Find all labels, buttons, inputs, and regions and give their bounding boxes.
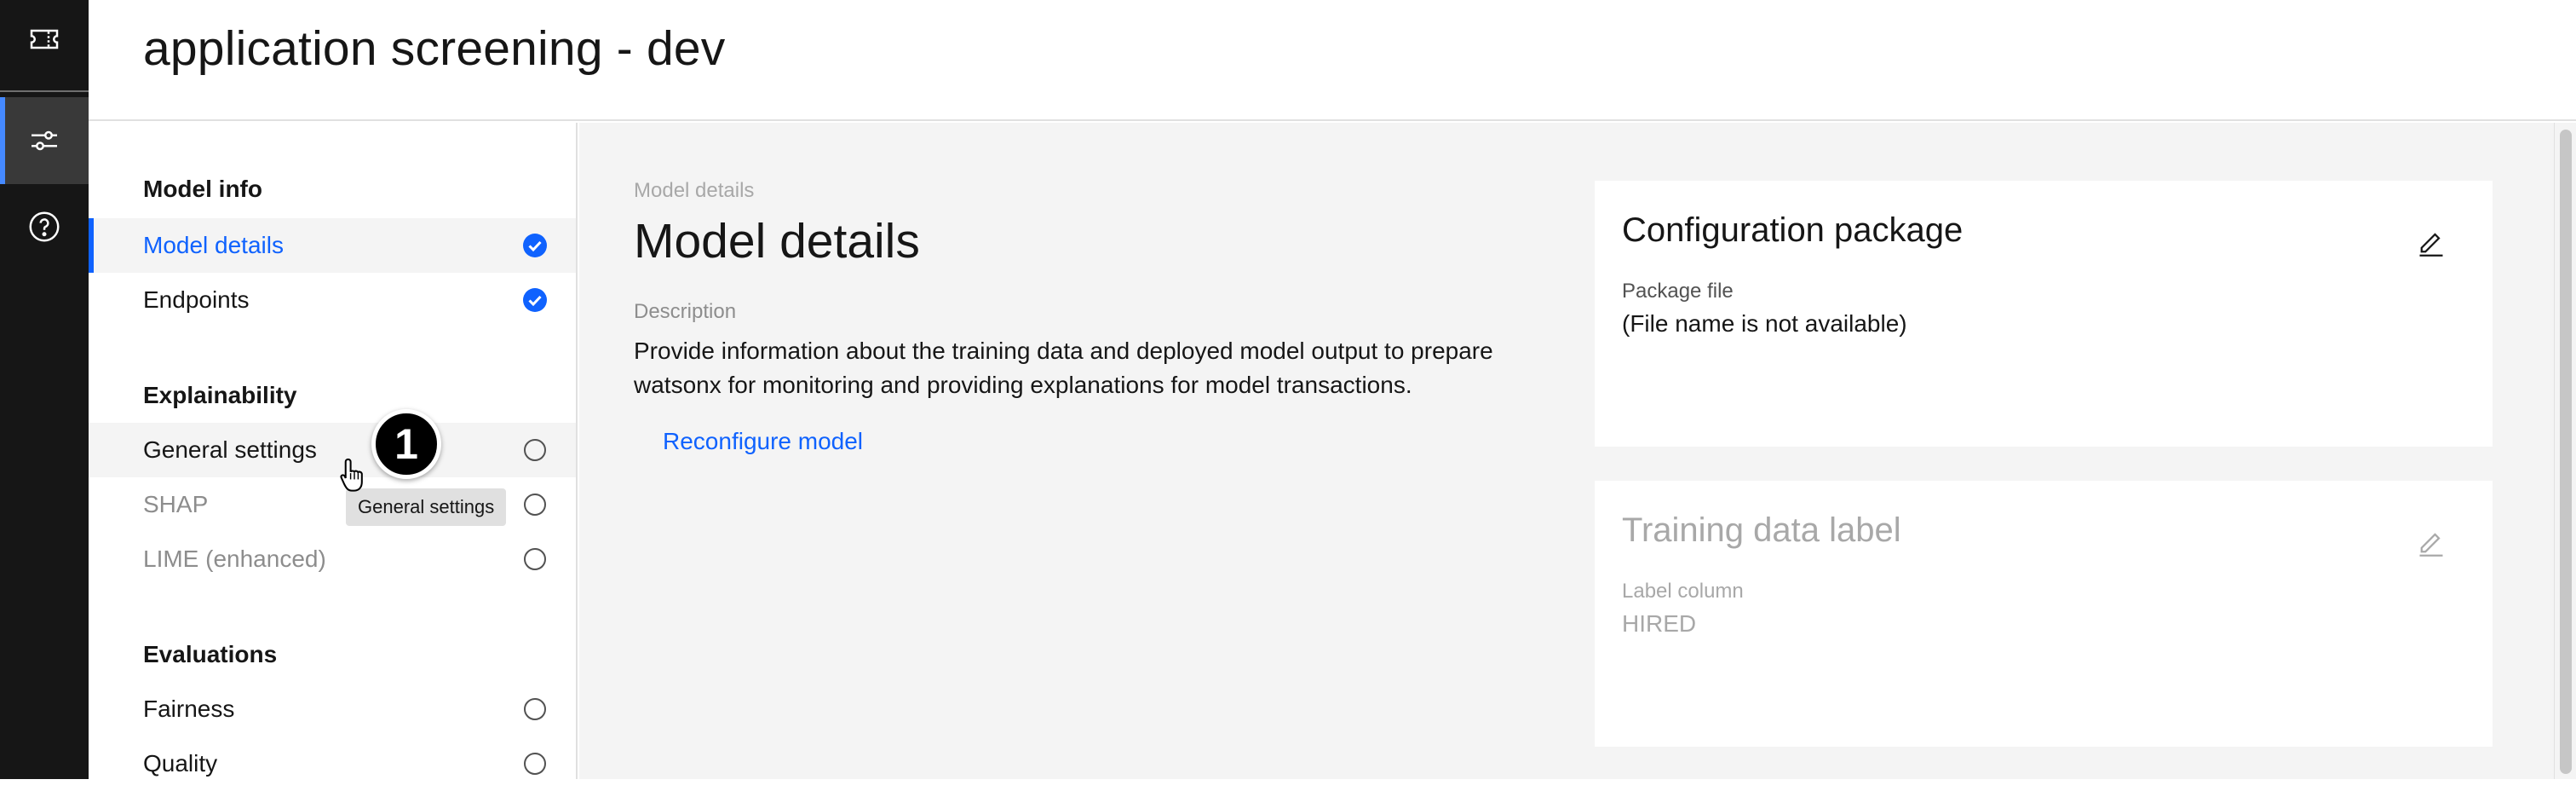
- label-column-label: Label column: [1622, 580, 1744, 603]
- circle-outline-icon: [524, 439, 546, 461]
- icon-rail: [0, 0, 89, 779]
- card-title: Training data label: [1622, 511, 1901, 549]
- side-nav: Model info Model details Endpoints Expla…: [89, 123, 578, 779]
- package-file-value: (File name is not available): [1622, 310, 1907, 337]
- edit-icon[interactable]: [2416, 527, 2447, 557]
- description-text: Provide information about the training d…: [634, 338, 1493, 398]
- label-column-value: HIRED: [1622, 610, 1697, 637]
- nav-item-label: Fairness: [143, 696, 235, 722]
- circle-outline-icon: [524, 548, 546, 570]
- training-data-label-card: Training data label Label column HIRED: [1595, 481, 2493, 747]
- nav-item-fairness[interactable]: Fairness: [89, 682, 576, 736]
- nav-item-label: Model details: [143, 232, 284, 258]
- configuration-package-card: Configuration package Package file (File…: [1595, 181, 2493, 447]
- scrollbar-thumb[interactable]: [2560, 130, 2572, 774]
- nav-item-endpoints[interactable]: Endpoints: [89, 273, 576, 327]
- sliders-icon: [32, 130, 57, 151]
- circle-outline-icon: [524, 698, 546, 720]
- help-icon: [29, 211, 60, 242]
- content-heading: Model details: [634, 214, 920, 268]
- edit-icon[interactable]: [2416, 227, 2447, 257]
- app-header: application screening - dev: [89, 0, 2576, 121]
- tooltip: General settings: [346, 488, 507, 526]
- nav-item-label: Endpoints: [143, 286, 250, 313]
- hand-pointer-cursor-icon: [340, 458, 363, 492]
- nav-item-model-details[interactable]: Model details: [89, 218, 576, 273]
- circle-outline-icon: [524, 753, 546, 775]
- nav-item-lime[interactable]: LIME (enhanced): [89, 532, 576, 586]
- checkmark-filled-icon: [523, 288, 547, 312]
- step-badge: 1: [371, 409, 441, 479]
- main-content: Model details Model details Description …: [579, 123, 2554, 779]
- description-label: Description: [634, 300, 737, 323]
- nav-item-quality[interactable]: Quality: [89, 736, 576, 791]
- circle-outline-icon: [524, 494, 546, 516]
- rail-divider: [0, 90, 89, 92]
- rail-configure-button[interactable]: [0, 97, 89, 184]
- rail-help-button[interactable]: [0, 193, 89, 261]
- nav-item-label: Quality: [143, 750, 218, 777]
- reconfigure-model-link[interactable]: Reconfigure model: [663, 428, 863, 455]
- nav-heading-evaluations: Evaluations: [143, 641, 278, 667]
- nav-heading-model-info: Model info: [143, 176, 262, 202]
- card-title: Configuration package: [1622, 211, 1964, 249]
- ticket-icon: [30, 29, 59, 49]
- checkmark-filled-icon: [523, 234, 547, 257]
- breadcrumb: Model details: [634, 179, 755, 202]
- nav-item-label: LIME (enhanced): [143, 546, 326, 572]
- package-file-label: Package file: [1622, 280, 1734, 303]
- page-title: application screening - dev: [143, 21, 726, 76]
- nav-item-general-settings[interactable]: General settings: [89, 423, 576, 477]
- vertical-scrollbar[interactable]: [2554, 123, 2576, 779]
- nav-heading-explainability: Explainability: [143, 382, 297, 408]
- rail-ticket-button[interactable]: [0, 0, 89, 78]
